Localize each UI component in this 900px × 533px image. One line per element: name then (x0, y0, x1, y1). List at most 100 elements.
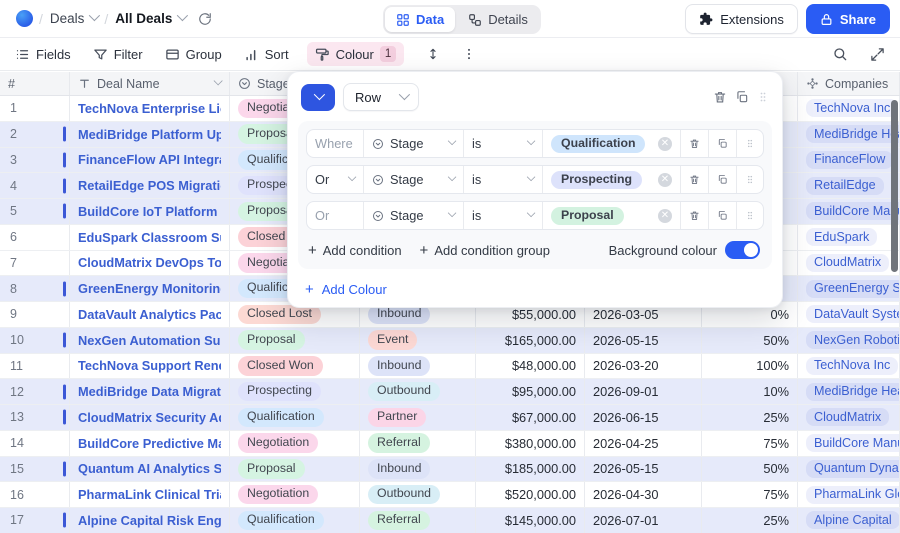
duplicate-condition-button[interactable] (709, 202, 737, 229)
deal-name-cell[interactable]: CloudMatrix DevOps Tools (70, 251, 230, 276)
deal-name-cell[interactable]: MediBridge Platform Upgr... (70, 122, 230, 147)
value-picker[interactable]: Proposal ✕ (543, 202, 681, 229)
row-number-cell[interactable]: 10 (0, 328, 70, 353)
add-condition-button[interactable]: +Add condition (308, 243, 402, 258)
amount-cell[interactable]: $380,000.00 (476, 431, 585, 456)
company-link-chip[interactable]: FinanceFlow (806, 151, 893, 169)
companies-cell[interactable]: PharmaLink Global (798, 482, 900, 507)
amount-cell[interactable]: $95,000.00 (476, 379, 585, 404)
table-row[interactable]: 11 TechNova Support Renewal Closed Won I… (0, 354, 900, 380)
deal-name-cell[interactable]: TechNova Enterprise Lice... (70, 96, 230, 121)
delete-condition-button[interactable] (681, 202, 709, 229)
conjunction-dropdown[interactable]: Or (307, 166, 364, 193)
row-number-cell[interactable]: 17 (0, 508, 70, 533)
companies-cell[interactable]: BuildCore Manufacturing (798, 199, 900, 224)
value-picker[interactable]: Qualification ✕ (543, 130, 681, 157)
duplicate-colour-button[interactable] (735, 90, 749, 104)
companies-cell[interactable]: BuildCore Manufacturing (798, 431, 900, 456)
value-picker[interactable]: Prospecting ✕ (543, 166, 681, 193)
amount-cell[interactable]: $165,000.00 (476, 328, 585, 353)
company-link-chip[interactable]: BuildCore Manufacturing (806, 434, 900, 452)
deal-name-cell[interactable]: BuildCore Predictive Maint... (70, 431, 230, 456)
company-link-chip[interactable]: MediBridge Healthcare (806, 125, 900, 143)
deal-name-cell[interactable]: Alpine Capital Risk Engine (70, 508, 230, 533)
deal-name-link[interactable]: GreenEnergy Monitoring S... (78, 281, 221, 296)
deal-name-link[interactable]: FinanceFlow API Integration (78, 152, 221, 167)
operator-dropdown[interactable]: is (464, 202, 543, 229)
operator-dropdown[interactable]: is (464, 130, 543, 157)
row-height-button[interactable] (426, 47, 440, 61)
stage-cell[interactable]: Qualification (230, 405, 360, 430)
probability-cell[interactable]: 25% (702, 405, 798, 430)
field-dropdown[interactable]: Stage (364, 202, 464, 229)
deal-name-link[interactable]: BuildCore Predictive Maint... (78, 436, 221, 451)
table-row[interactable]: 16 PharmaLink Clinical Trials ... Negoti… (0, 482, 900, 508)
amount-cell[interactable]: $48,000.00 (476, 354, 585, 379)
field-dropdown[interactable]: Stage (364, 130, 464, 157)
companies-cell[interactable]: CloudMatrix (798, 251, 900, 276)
deal-name-link[interactable]: CloudMatrix DevOps Tools (78, 255, 221, 270)
close-date-cell[interactable]: 2026-06-15 (585, 405, 702, 430)
companies-cell[interactable]: FinanceFlow (798, 148, 900, 173)
companies-cell[interactable]: GreenEnergy Solutions (798, 276, 900, 301)
table-row[interactable]: 14 BuildCore Predictive Maint... Negotia… (0, 431, 900, 457)
drag-handle-icon[interactable] (757, 90, 769, 104)
scope-dropdown[interactable]: Row (343, 83, 419, 111)
channel-cell[interactable]: Referral (360, 431, 476, 456)
drag-handle-icon[interactable] (737, 166, 763, 193)
share-button[interactable]: Share (806, 4, 890, 34)
fields-button[interactable]: Fields (15, 47, 71, 62)
channel-cell[interactable]: Event (360, 328, 476, 353)
refresh-icon[interactable] (198, 12, 212, 26)
table-row[interactable]: 10 NexGen Automation Suite Proposal Even… (0, 328, 900, 354)
close-date-cell[interactable]: 2026-05-15 (585, 328, 702, 353)
probability-cell[interactable]: 75% (702, 431, 798, 456)
deal-name-link[interactable]: Quantum AI Analytics Suite (78, 461, 221, 476)
column-header-deal-name[interactable]: Deal Name (70, 72, 230, 95)
deal-name-link[interactable]: PharmaLink Clinical Trials ... (78, 487, 221, 502)
clear-value-icon[interactable]: ✕ (658, 209, 672, 223)
companies-cell[interactable]: DataVault Systems (798, 302, 900, 327)
channel-cell[interactable]: Inbound (360, 457, 476, 482)
probability-cell[interactable]: 50% (702, 457, 798, 482)
group-button[interactable]: Group (165, 47, 222, 62)
deal-name-link[interactable]: BuildCore IoT Platform (78, 204, 217, 219)
company-link-chip[interactable]: DataVault Systems (806, 305, 900, 323)
deal-name-cell[interactable]: GreenEnergy Monitoring S... (70, 276, 230, 301)
deal-name-link[interactable]: TechNova Support Renewal (78, 358, 221, 373)
deal-name-link[interactable]: RetailEdge POS Migration (78, 178, 221, 193)
amount-cell[interactable]: $520,000.00 (476, 482, 585, 507)
companies-cell[interactable]: RetailEdge (798, 173, 900, 198)
amount-cell[interactable]: $185,000.00 (476, 457, 585, 482)
add-colour-button[interactable]: + Add Colour (288, 269, 782, 310)
breadcrumb-table[interactable]: All Deals (115, 11, 185, 26)
expand-view-button[interactable] (870, 47, 885, 62)
colour-button[interactable]: Colour 1 (307, 42, 405, 66)
probability-cell[interactable]: 25% (702, 508, 798, 533)
deal-name-link[interactable]: Alpine Capital Risk Engine (78, 513, 221, 528)
company-link-chip[interactable]: EduSpark (806, 228, 877, 246)
deal-name-cell[interactable]: Quantum AI Analytics Suite (70, 457, 230, 482)
duplicate-condition-button[interactable] (709, 130, 737, 157)
deal-name-cell[interactable]: FinanceFlow API Integration (70, 148, 230, 173)
row-number-cell[interactable]: 5 (0, 199, 70, 224)
deal-name-link[interactable]: CloudMatrix Security Add... (78, 410, 221, 425)
deal-name-link[interactable]: MediBridge Data Migration (78, 384, 221, 399)
deal-name-cell[interactable]: PharmaLink Clinical Trials ... (70, 482, 230, 507)
row-number-cell[interactable]: 2 (0, 122, 70, 147)
company-link-chip[interactable]: Quantum Dynamics (806, 460, 900, 478)
companies-cell[interactable]: MediBridge Healthcare (798, 122, 900, 147)
row-number-cell[interactable]: 11 (0, 354, 70, 379)
row-number-cell[interactable]: 3 (0, 148, 70, 173)
table-row[interactable]: 12 MediBridge Data Migration Prospecting… (0, 379, 900, 405)
company-link-chip[interactable]: PharmaLink Global (806, 486, 900, 504)
deal-name-cell[interactable]: NexGen Automation Suite (70, 328, 230, 353)
extensions-button[interactable]: Extensions (685, 4, 798, 34)
stage-cell[interactable]: Closed Won (230, 354, 360, 379)
row-number-cell[interactable]: 14 (0, 431, 70, 456)
row-number-cell[interactable]: 13 (0, 405, 70, 430)
deal-name-link[interactable]: DataVault Analytics Packa... (78, 307, 221, 322)
drag-handle-icon[interactable] (737, 130, 763, 157)
companies-cell[interactable]: EduSpark (798, 225, 900, 250)
probability-cell[interactable]: 100% (702, 354, 798, 379)
